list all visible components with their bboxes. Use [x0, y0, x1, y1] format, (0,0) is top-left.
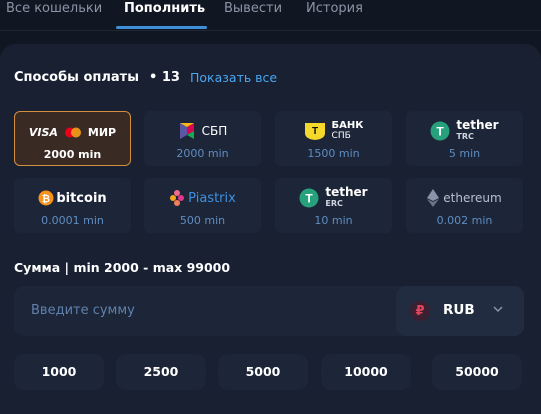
bitcoin-logo-text: bitcoin — [56, 190, 107, 206]
currency-select[interactable]: ₽ RUB — [396, 286, 524, 336]
tab-history[interactable]: История — [306, 0, 363, 28]
method-min: 0.0001 min — [41, 214, 104, 227]
svg-text:T: T — [311, 126, 317, 137]
method-min: 1500 min — [307, 147, 360, 160]
ethereum-logo: ethereum — [406, 187, 523, 209]
method-min: 10 min — [314, 214, 353, 227]
method-bank-spb[interactable]: T БАНК СПБ 1500 min — [275, 111, 392, 166]
mastercard-icon — [64, 127, 81, 137]
ruble-icon: ₽ — [410, 301, 430, 321]
bitcoin-icon: ₿ — [38, 190, 54, 206]
tether-erc-logo: T tether ERC — [275, 185, 392, 209]
preset-amount-button[interactable]: 10000 — [321, 354, 411, 390]
tether-icon: T — [299, 188, 319, 208]
method-piastrix[interactable]: Piastrix 500 min — [144, 178, 261, 233]
method-sbp[interactable]: СБП 2000 min — [144, 111, 261, 166]
svg-text:T: T — [306, 192, 314, 206]
preset-amount-button[interactable]: 5000 — [218, 354, 308, 390]
svg-text:₿: ₿ — [42, 193, 50, 205]
bank-spb-logo: T БАНК СПБ — [275, 120, 392, 142]
payment-methods-title: Способы оплаты — [14, 70, 139, 85]
amount-label: Сумма | min 2000 - max 99000 — [14, 260, 231, 275]
tab-withdraw[interactable]: Вывести — [224, 0, 282, 28]
preset-amount-button[interactable]: 2500 — [116, 354, 206, 390]
piastrix-logo-text: Piastrix — [188, 190, 236, 206]
method-min: 500 min — [179, 214, 226, 227]
erc-logo-text: ERC — [325, 199, 343, 208]
chevron-down-icon — [493, 306, 503, 313]
currency-code: RUB — [443, 302, 475, 318]
svg-text:T: T — [437, 125, 445, 139]
tether-icon: T — [430, 121, 450, 141]
spb-logo-text: СПБ — [331, 131, 351, 141]
method-ethereum[interactable]: ethereum 0.002 min — [406, 178, 523, 233]
method-min: 2000 min — [176, 147, 229, 160]
visa-logo-text: VISA — [28, 125, 58, 139]
method-bitcoin[interactable]: ₿ bitcoin 0.0001 min — [14, 178, 131, 233]
ethereum-icon — [427, 189, 440, 207]
amount-placeholder: Введите сумму — [31, 303, 135, 318]
bitcoin-logo: ₿ bitcoin — [14, 187, 131, 209]
method-tether-trc[interactable]: T tether TRC 5 min — [406, 111, 523, 166]
wallet-tabs: Все кошельки Пополнить Вывести История — [0, 0, 541, 31]
bank-logo-text: БАНК — [331, 120, 364, 131]
mir-logo-text: МИР — [87, 125, 117, 139]
visa-mir-logo: VISA МИР — [15, 121, 130, 143]
bank-spb-icon: T — [304, 123, 325, 140]
method-min: 0.002 min — [436, 214, 493, 227]
method-visa-mir[interactable]: VISA МИР 2000 min — [14, 111, 131, 166]
tether-logo-text: tether — [456, 118, 499, 132]
active-tab-indicator — [116, 26, 207, 29]
preset-amount-button[interactable]: 50000 — [432, 354, 522, 390]
method-tether-erc[interactable]: T tether ERC 10 min — [275, 178, 392, 233]
piastrix-logo: Piastrix — [144, 187, 261, 209]
sbp-logo-text: СБП — [201, 124, 228, 138]
trc-logo-text: TRC — [456, 132, 474, 141]
ethereum-logo-text: ethereum — [443, 191, 502, 205]
sbp-logo: СБП — [144, 120, 261, 142]
tether-logo-text: tether — [325, 185, 368, 199]
tether-trc-logo: T tether TRC — [406, 118, 523, 142]
tab-all-wallets[interactable]: Все кошельки — [6, 0, 102, 28]
piastrix-icon — [170, 190, 185, 206]
payment-methods-count: • 13 — [149, 70, 180, 85]
preset-amount-button[interactable]: 1000 — [14, 354, 104, 390]
show-all-link[interactable]: Показать все — [190, 70, 277, 85]
tab-deposit[interactable]: Пополнить — [124, 0, 205, 28]
method-min: 5 min — [448, 147, 481, 160]
method-min: 2000 min — [43, 148, 102, 161]
sbp-icon — [179, 123, 194, 139]
